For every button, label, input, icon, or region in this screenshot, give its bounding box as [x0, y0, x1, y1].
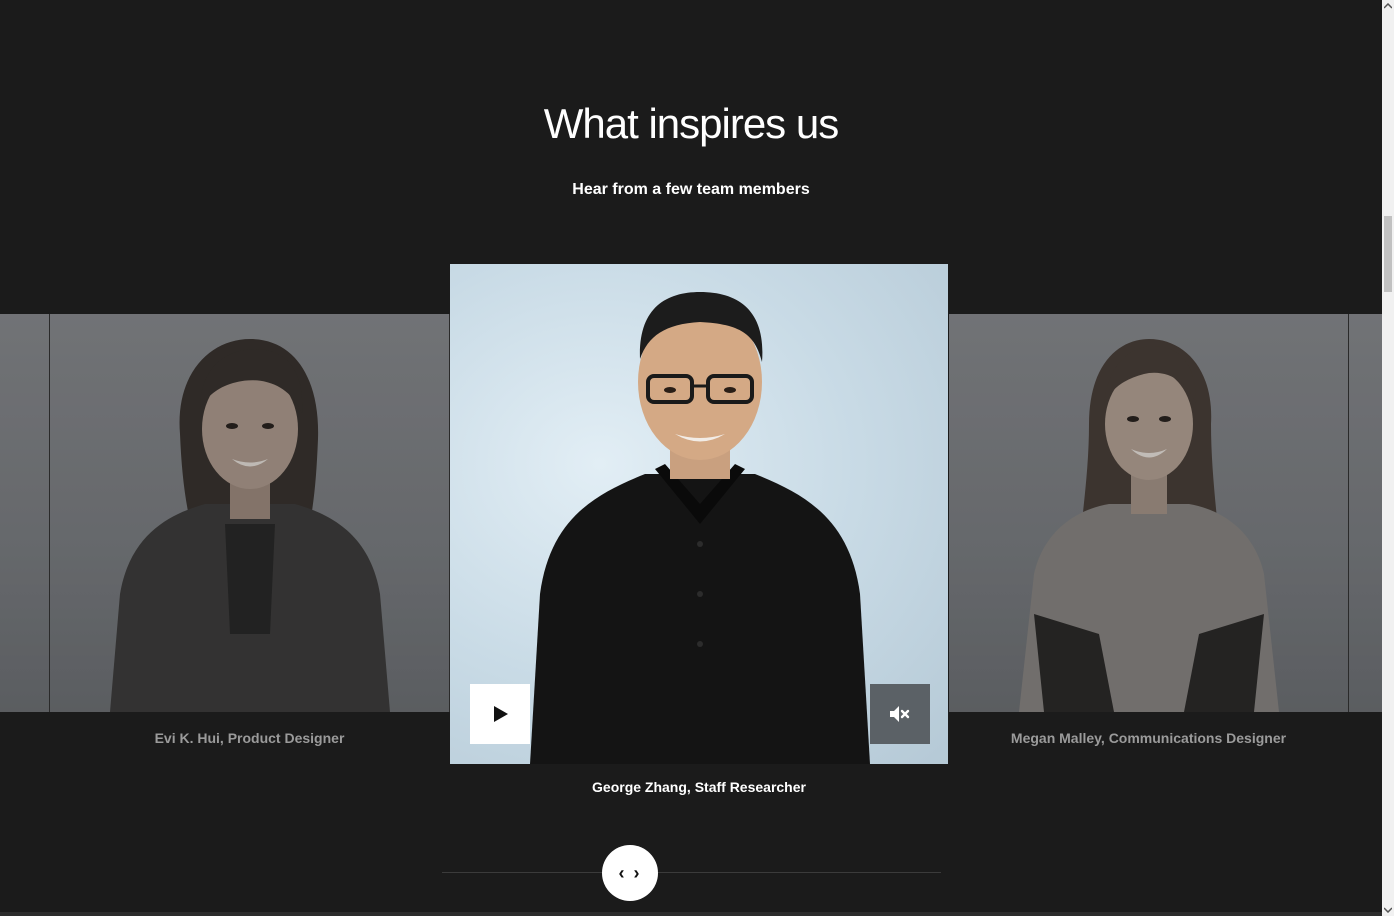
carousel-slider-track[interactable]: [442, 872, 941, 873]
play-button[interactable]: [470, 684, 530, 744]
team-member-card-evi[interactable]: [50, 314, 449, 712]
next-section-edge: [0, 912, 1382, 916]
scroll-up-arrow-icon[interactable]: [1382, 0, 1394, 12]
mute-button[interactable]: [870, 684, 930, 744]
caption-evi: Evi K. Hui, Product Designer: [154, 730, 345, 746]
scrollbar-thumb[interactable]: [1384, 216, 1392, 292]
section-title: What inspires us: [543, 100, 839, 147]
featured-video-george[interactable]: [450, 264, 948, 764]
page-scrollbar[interactable]: [1382, 0, 1394, 916]
next-offscreen-panel[interactable]: [1349, 314, 1382, 712]
play-icon: [494, 706, 508, 722]
volume-muted-icon: [890, 706, 910, 722]
chevrons-left-right-icon: ‹ ›: [618, 862, 642, 883]
team-member-card-megan[interactable]: [949, 314, 1348, 712]
caption-megan: Megan Malley, Communications Designer: [1010, 730, 1287, 746]
section-subtitle: Hear from a few team members: [572, 181, 810, 198]
caption-george: George Zhang, Staff Researcher: [592, 779, 806, 795]
scroll-down-arrow-icon[interactable]: [1382, 904, 1394, 916]
carousel-slider-handle[interactable]: ‹ ›: [602, 845, 658, 901]
page: What inspires us Hear from a few team me…: [0, 0, 1394, 916]
previous-offscreen-panel[interactable]: [0, 314, 49, 712]
